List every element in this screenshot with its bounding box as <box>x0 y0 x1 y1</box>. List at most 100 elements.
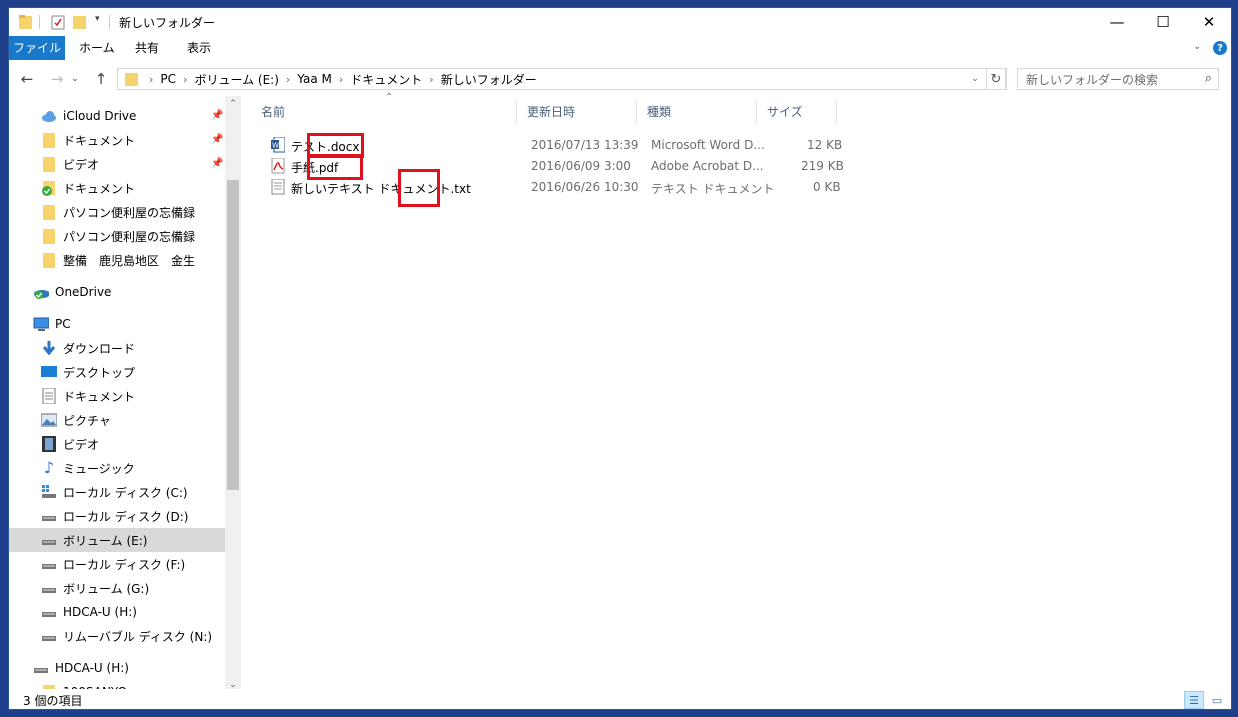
recent-locations-chevron-icon[interactable]: ⌄ <box>69 69 81 89</box>
nav-item-local-disk-f[interactable]: ローカル ディスク (F:) <box>41 552 225 576</box>
nav-item-label: ミュージック <box>63 461 135 476</box>
nav-item-volume-e[interactable]: ボリューム (E:) <box>9 528 225 552</box>
highlight-box-pdf <box>307 154 363 180</box>
nav-item-label: PC <box>55 317 71 331</box>
tab-share[interactable]: 共有 <box>123 36 171 60</box>
nav-item-label: ピクチャ <box>63 413 111 428</box>
nav-item-removable-n[interactable]: リムーバブル ディスク (N:) <box>41 624 225 648</box>
large-icons-view-button[interactable]: ▭ <box>1207 691 1227 709</box>
nav-item-label: 整備 鹿児島地区 金生 <box>63 253 196 268</box>
up-button[interactable]: ↑ <box>91 69 111 89</box>
back-button[interactable]: ← <box>17 69 37 89</box>
nav-item-label: リムーバブル ディスク (N:) <box>63 629 213 644</box>
nav-item-label: パソコン便利屋の忘備録 <box>63 229 196 244</box>
highlight-box-txt <box>398 169 440 207</box>
breadcrumb-new-folder[interactable]: 新しいフォルダー <box>437 71 541 88</box>
customize-toolbar-chevron-icon[interactable]: ▾ <box>95 14 100 24</box>
breadcrumb-separator-icon: › <box>285 72 291 86</box>
new-folder-icon[interactable] <box>73 14 87 30</box>
tab-view[interactable]: 表示 <box>175 36 223 60</box>
nav-item-label: HDCA-U (H:) <box>55 661 129 675</box>
svg-text:W: W <box>272 142 279 150</box>
column-header-type[interactable]: 種類 <box>637 100 757 124</box>
nav-item-videos[interactable]: ビデオ <box>41 432 225 456</box>
folder-icon[interactable] <box>19 14 33 30</box>
search-input[interactable]: 新しいフォルダーの検索 ⌕ <box>1017 68 1219 90</box>
nav-item-label: ドキュメント <box>63 389 136 404</box>
folder-icon <box>125 73 138 86</box>
help-icon[interactable]: ? <box>1213 41 1227 55</box>
breadcrumb-yaa-m[interactable]: Yaa M <box>293 72 336 86</box>
file-date: 2016/06/09 3:00 <box>531 159 631 173</box>
word-icon: W <box>271 137 285 153</box>
maximize-button[interactable]: ☐ <box>1140 8 1186 36</box>
column-header-size[interactable]: サイズ <box>757 100 837 124</box>
item-count: 3 個の項目 <box>23 694 83 708</box>
nav-item-documents[interactable]: ドキュメント <box>41 384 225 408</box>
picture-icon <box>41 413 57 427</box>
window-title: 新しいフォルダー <box>119 16 216 30</box>
scroll-up-chevron-icon[interactable]: ⌃ <box>225 96 241 112</box>
nav-item-local-disk-d[interactable]: ローカル ディスク (D:) <box>41 504 225 528</box>
file-name[interactable]: 新しいテキスト ドキュメント.txt <box>291 180 471 197</box>
nav-scrollbar[interactable]: ⌃ ⌄ <box>225 96 241 693</box>
tab-file[interactable]: ファイル <box>9 36 65 60</box>
nav-item-onedrive[interactable]: OneDrive <box>33 280 225 304</box>
nav-item-downloads[interactable]: ダウンロード <box>41 336 225 360</box>
nav-item-label: ビデオ <box>63 157 100 172</box>
nav-item-music[interactable]: ♪ ミュージック <box>41 456 225 480</box>
scrollbar-thumb[interactable] <box>227 180 239 490</box>
nav-item-documents-synced[interactable]: ドキュメント <box>41 176 225 200</box>
breadcrumb-volume-e[interactable]: ボリューム (E:) <box>190 71 282 88</box>
ribbon-expand-chevron-icon[interactable]: ⌄ <box>1193 41 1201 52</box>
file-row[interactable]: 新しいテキスト ドキュメント.txt 2016/06/26 10:30 テキスト… <box>251 177 851 198</box>
nav-item-documents-quick[interactable]: ドキュメント <box>41 128 225 152</box>
nav-item-hdca-u-pc[interactable]: HDCA-U (H:) <box>41 600 225 624</box>
address-bar[interactable]: › PC › ボリューム (E:) › Yaa M › ドキュメント › 新しい… <box>117 68 1007 90</box>
column-header-date[interactable]: 更新日時 <box>517 100 637 124</box>
nav-item-pc-memo-1[interactable]: パソコン便利屋の忘備録 <box>41 200 225 224</box>
explorer-window: ▾ 新しいフォルダー — ☐ ✕ ファイル ホーム 共有 表示 ⌄ ? ← → … <box>8 7 1232 710</box>
drive-icon <box>42 516 56 521</box>
download-arrow-icon <box>42 341 56 356</box>
forward-button[interactable]: → <box>47 69 67 89</box>
folder-icon <box>43 132 55 148</box>
nav-item-local-disk-c[interactable]: ローカル ディスク (C:) <box>41 480 225 504</box>
close-button[interactable]: ✕ <box>1186 8 1231 36</box>
nav-item-pc[interactable]: PC <box>33 312 225 336</box>
nav-item-label: ローカル ディスク (F:) <box>63 557 186 572</box>
minimize-button[interactable]: — <box>1094 8 1140 36</box>
file-type: Microsoft Word D... <box>651 138 765 152</box>
pin-icon[interactable]: 📌 <box>211 110 223 121</box>
properties-icon[interactable] <box>51 14 65 30</box>
file-date: 2016/06/26 10:30 <box>531 180 639 194</box>
search-icon[interactable]: ⌕ <box>1205 71 1212 86</box>
nav-item-pc-memo-2[interactable]: パソコン便利屋の忘備録 <box>41 224 225 248</box>
nav-item-videos-quick[interactable]: ビデオ <box>41 152 225 176</box>
system-drive-icon <box>42 485 56 498</box>
document-icon <box>42 388 56 404</box>
pin-icon[interactable]: 📌 <box>211 134 223 145</box>
nav-item-volume-g[interactable]: ボリューム (G:) <box>41 576 225 600</box>
column-header-name[interactable]: 名前 <box>251 100 517 124</box>
text-file-icon <box>271 179 285 195</box>
tab-home[interactable]: ホーム <box>67 36 127 60</box>
divider <box>109 15 110 29</box>
nav-item-maintenance[interactable]: 整備 鹿児島地区 金生 <box>41 248 225 272</box>
pin-icon[interactable]: 📌 <box>211 158 223 169</box>
nav-item-desktop[interactable]: デスクトップ <box>41 360 225 384</box>
folder-icon <box>43 228 55 244</box>
nav-item-pictures[interactable]: ピクチャ <box>41 408 225 432</box>
ribbon-tabs: ファイル ホーム 共有 表示 ⌄ ? <box>9 36 1231 60</box>
synced-folder-icon <box>42 181 55 196</box>
breadcrumb-documents[interactable]: ドキュメント <box>346 71 426 88</box>
pdf-icon <box>271 158 285 174</box>
refresh-button[interactable]: ↻ <box>986 68 1006 90</box>
nav-item-hdca-u[interactable]: HDCA-U (H:) <box>33 656 225 680</box>
address-dropdown-chevron-icon[interactable]: ⌄ <box>966 69 984 89</box>
onedrive-icon <box>34 290 49 299</box>
nav-item-icloud-drive[interactable]: iCloud Drive <box>41 104 225 128</box>
breadcrumb-pc[interactable]: PC <box>156 72 180 86</box>
address-row: ← → ⌄ ↑ › PC › ボリューム (E:) › Yaa M › ドキュメ… <box>9 63 1231 95</box>
details-view-button[interactable]: ☰ <box>1184 691 1204 709</box>
